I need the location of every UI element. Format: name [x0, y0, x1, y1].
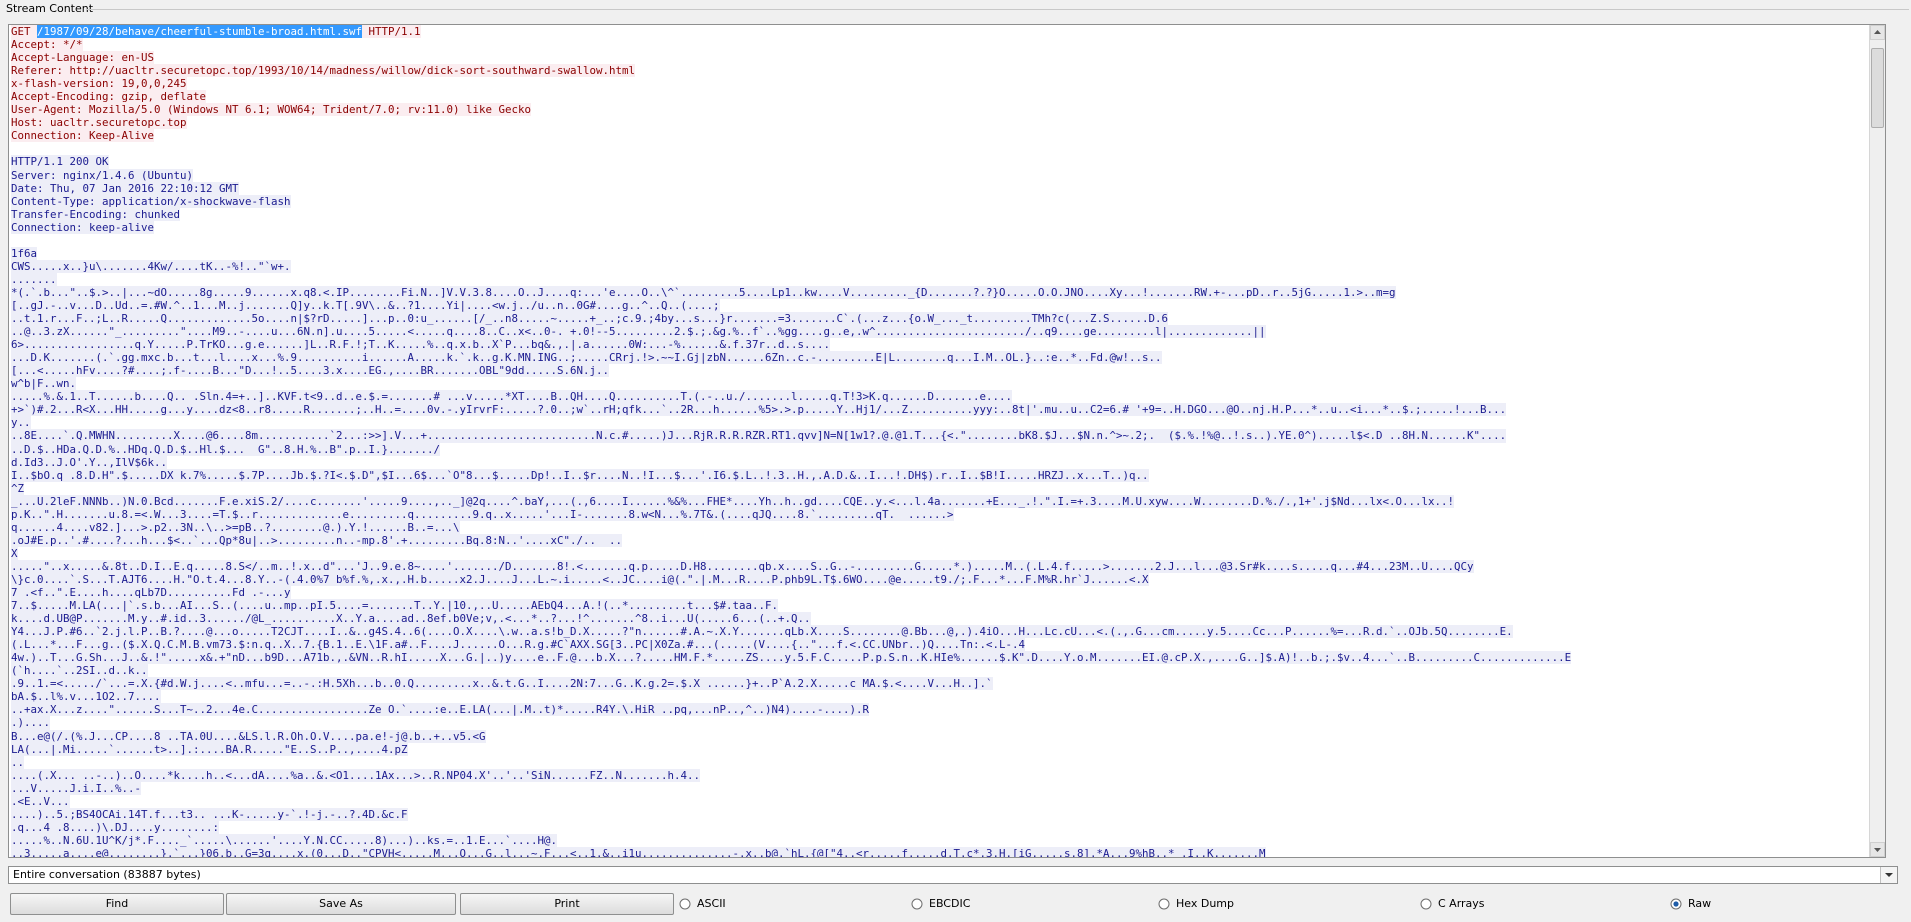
frame-divider	[86, 9, 1909, 10]
response-line: .......	[11, 272, 57, 286]
request-line: Accept-Language: en-US	[11, 51, 155, 65]
response-line: ..3.....a....e@........}.`...}06.b..G=3q…	[11, 846, 1266, 858]
response-line: Server: nginx/1.4.6 (Ubuntu)	[11, 168, 194, 182]
response-line: (`h....`..2SI..d..k..	[11, 664, 148, 678]
response-line: ..t.1.r...F..;L..R.....Q.............5o.…	[11, 312, 1169, 326]
request-line: x-flash-version: 19,0,0,245	[11, 77, 187, 91]
response-line: ....(.X... ..-..)..O....*k....h..<...dA.…	[11, 768, 701, 782]
request-text: Accept-Language: en-US	[11, 51, 155, 65]
response-line: .....%.&.1..T......b....Q.. .Sln.4=+..].…	[11, 390, 1013, 404]
request-line: Accept: */*	[11, 38, 83, 52]
response-line: HTTP/1.1 200 OK	[11, 155, 109, 169]
response-line: ..8E....`.Q.MWHN.........X....@6....8m..…	[11, 429, 1507, 443]
request-text: HTTP/1.1	[362, 25, 421, 38]
find-button[interactable]: Find	[10, 893, 224, 915]
radio-label: EBCDIC	[929, 897, 971, 910]
response-line: CWS.....x..}u\.......4Kw/....tK..-%!.."`…	[11, 259, 291, 273]
request-text: User-Agent: Mozilla/5.0 (Windows NT 6.1;…	[11, 103, 532, 117]
response-line: *(.`.b..."..$.>..|...~dO.....8g.....9...…	[11, 285, 1396, 299]
response-line: Y4...J.P.#6..`2.j.l.P..B.?....@...o.....…	[11, 625, 1513, 639]
request-text: GET	[11, 25, 38, 38]
save-as-button[interactable]: Save As	[226, 893, 456, 915]
response-line: p.K..".H.......u.8.=<.W...3....=T.$..r..…	[11, 507, 954, 521]
arrow-down-icon[interactable]	[1870, 842, 1885, 857]
response-line: ..@..3.zX......"_........."....M9..-....…	[11, 325, 1266, 339]
response-line: q......4....v82.]...>.p2..3N..\..>=pB..?…	[11, 520, 460, 534]
response-line: 7..$.....M.LA(...|`.s.b...AI...S..(....u…	[11, 599, 779, 613]
radio-selected-icon[interactable]	[1670, 898, 1682, 910]
response-line: I..$bO.q .8.D.H".$.....DX k.7%.....$.7P.…	[11, 468, 1149, 482]
response-line: [...<.....hFv....?#....;.f-....B..."D...…	[11, 364, 610, 378]
response-line: d.Id3..J.O'.Y..,IlV$6k..	[11, 455, 168, 469]
response-line: Date: Thu, 07 Jan 2016 22:10:12 GMT	[11, 181, 239, 195]
frame-title: Stream Content	[6, 2, 94, 15]
response-line: 7 .<f..".E....h....qLb7D..........Fd .-.…	[11, 586, 291, 600]
response-line: Content-Type: application/x-shockwave-fl…	[11, 194, 291, 208]
response-line: [..gJ.-..v...D..Ud..=.#W.^..1...M..j....…	[11, 298, 720, 313]
radio-icon[interactable]	[1158, 898, 1170, 910]
radio-label: Hex Dump	[1176, 897, 1234, 910]
request-text: Accept: */*	[11, 38, 83, 52]
response-line: w^b|F..wn.	[11, 377, 77, 391]
request-text: Accept-Encoding: gzip, deflate	[11, 90, 207, 104]
request-line: Accept-Encoding: gzip, deflate	[11, 90, 207, 104]
response-line: .9..1.=<...../`...=.X.{#d.W.j....<..mfu.…	[11, 677, 993, 691]
response-line: .q...4 .8....)\.DJ....y........:	[11, 820, 220, 834]
response-line: Transfer-Encoding: chunked	[11, 207, 181, 221]
response-line: .)....	[11, 716, 51, 730]
response-line: .<E..V...	[11, 794, 70, 808]
request-line: Host: uacltr.securetopc.top	[11, 116, 187, 130]
response-line: .....%..N.6U.1U^K/j*.F...._`.....\......…	[11, 833, 558, 847]
response-line: 4w.)..T...G.Sh...J..&.!".....x&.+"nD...b…	[11, 651, 1572, 665]
radio-label: Raw	[1688, 897, 1712, 910]
request-text: x-flash-version: 19,0,0,245	[11, 77, 187, 91]
conversation-select[interactable]: Entire conversation (83887 bytes)	[8, 866, 1898, 884]
print-button[interactable]: Print	[460, 893, 674, 915]
response-line: (.L...*...F...g..($.X.Q.C.M.B.vm73.$:n.q…	[11, 638, 1026, 652]
response-line: ^Z	[11, 481, 25, 495]
response-line: 1f6a	[11, 246, 38, 260]
response-line: B...e@(/.(%.J...CP....8 ..TA.0U....&LS.l…	[11, 729, 486, 743]
response-line: +>`)#.2...R<X...HH.....g...y....dz<8..r8…	[11, 403, 1507, 417]
request-text: Connection: Keep-Alive	[11, 129, 155, 143]
request-line: User-Agent: Mozilla/5.0 (Windows NT 6.1;…	[11, 103, 532, 117]
response-line: ..D.$..HDa.Q.D.%..HDq.Q.D.$..Hl.$... G".…	[11, 442, 441, 456]
arrow-up-icon[interactable]	[1870, 25, 1885, 40]
request-line: Connection: Keep-Alive	[11, 129, 155, 143]
radio-icon[interactable]	[1420, 898, 1432, 910]
radio-icon[interactable]	[911, 898, 923, 910]
response-line: Connection: keep-alive	[11, 220, 155, 234]
response-line: bA.$..l%.v...1O2..7....	[11, 690, 161, 704]
response-line: ...D.K.......(.`.gg.mxc.b...t...l....x..…	[11, 351, 1162, 365]
response-line: X	[11, 546, 18, 560]
response-line: _...U.2leF.NNNb..)N.0.Bcd.......F.e.xiS.…	[11, 494, 1455, 508]
response-line: \}c.0....`.S...T.AJT6....H."O.t.4...8.Y.…	[11, 572, 1149, 587]
response-line: LA(...|.Mi.....`......t>..].:....BA.R...…	[11, 742, 408, 756]
vertical-scrollbar[interactable]	[1869, 25, 1885, 857]
response-line: ....)..5.;BS4OCAi.14T.f...t3.. ...K-....…	[11, 807, 408, 821]
radio-label: C Arrays	[1438, 897, 1485, 910]
response-line: 6>.................q.Y.....P.TrKO...g.e.…	[11, 338, 831, 352]
chevron-down-icon[interactable]	[1880, 867, 1897, 883]
request-text: Host: uacltr.securetopc.top	[11, 116, 187, 130]
request-line	[11, 142, 18, 155]
response-line: .oJ#E.p..'.#....?...h...$<..`...Qp*8u|..…	[11, 533, 623, 547]
stream-content-area[interactable]: GET /1987/09/28/behave/cheerful-stumble-…	[8, 24, 1886, 858]
radio-icon[interactable]	[679, 898, 691, 910]
response-line: ..	[11, 755, 25, 769]
response-line: k....d.UB@P.......M.y..#.id..3....../@L_…	[11, 612, 811, 626]
selected-text: /1987/09/28/behave/cheerful-stumble-broa…	[37, 25, 363, 38]
conversation-select-value: Entire conversation (83887 bytes)	[13, 868, 201, 881]
radio-label: ASCII	[697, 897, 726, 910]
response-line: ...V.....J.i.I..%..-	[11, 781, 142, 795]
response-line: ....."..x.....&.8t..D.I..E.q.....8.S</..…	[11, 559, 1474, 573]
scrollbar-thumb[interactable]	[1871, 48, 1884, 128]
request-line: Referer: http://uacltr.securetopc.top/19…	[11, 64, 636, 78]
stream-text[interactable]: GET /1987/09/28/behave/cheerful-stumble-…	[11, 25, 1885, 857]
request-line: GET /1987/09/28/behave/cheerful-stumble-…	[11, 25, 421, 39]
request-text: Referer: http://uacltr.securetopc.top/19…	[11, 64, 636, 78]
response-line: y..	[11, 416, 31, 430]
response-line	[11, 234, 18, 247]
response-line: ..+ax.X...z...."......S...T~..2...4e.C..…	[11, 703, 870, 717]
